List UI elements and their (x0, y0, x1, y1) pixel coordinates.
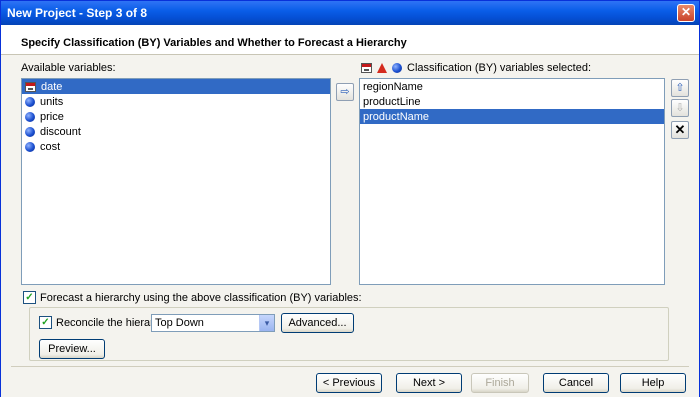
preview-button[interactable]: Preview... (39, 339, 105, 359)
check-icon: ✓ (41, 317, 50, 328)
close-button[interactable]: ✕ (677, 4, 695, 22)
remove-button[interactable]: ✕ (671, 121, 689, 139)
character-triangle-icon (377, 63, 387, 73)
list-item-regionname[interactable]: regionName (360, 79, 664, 94)
footer-separator (11, 366, 689, 367)
numeric-ball-icon (25, 96, 35, 107)
available-variables-list[interactable]: date units price discount cost (21, 78, 331, 285)
step-header: Specify Classification (BY) Variables an… (1, 25, 699, 55)
window-title: New Project - Step 3 of 8 (7, 6, 148, 20)
step-heading: Specify Classification (BY) Variables an… (21, 37, 407, 49)
finish-button[interactable]: Finish (471, 373, 529, 393)
list-item-price[interactable]: price (22, 109, 330, 124)
available-variables-label: Available variables: (21, 62, 116, 74)
list-item-discount[interactable]: discount (22, 124, 330, 139)
classification-label-row: Classification (BY) variables selected: (361, 62, 591, 74)
forecast-hierarchy-label: Forecast a hierarchy using the above cla… (40, 292, 362, 304)
list-item-productline[interactable]: productLine (360, 94, 664, 109)
calendar-icon (361, 63, 372, 73)
dialog-body: Specify Classification (BY) Variables an… (1, 25, 699, 397)
check-icon: ✓ (25, 292, 34, 303)
arrow-up-icon: ⇧ (675, 82, 685, 94)
classification-variables-label: Classification (BY) variables selected: (407, 62, 592, 74)
help-button[interactable]: Help (620, 373, 686, 393)
close-icon: ✕ (680, 5, 692, 19)
list-item-units[interactable]: units (22, 94, 330, 109)
forecast-hierarchy-checkbox[interactable]: ✓ (23, 291, 36, 304)
numeric-ball-icon (25, 111, 35, 122)
title-bar: New Project - Step 3 of 8 ✕ (1, 1, 699, 25)
remove-icon: ✕ (674, 122, 686, 137)
numeric-ball-icon (392, 63, 402, 73)
calendar-icon (25, 81, 36, 92)
reconciliation-method-select[interactable]: Top Down ▾ (151, 314, 275, 332)
cancel-button[interactable]: Cancel (543, 373, 609, 393)
reconcile-hierarchy-checkbox[interactable]: ✓ (39, 316, 52, 329)
move-right-button[interactable]: ⇨ (336, 83, 354, 101)
list-item-cost[interactable]: cost (22, 139, 330, 154)
numeric-ball-icon (25, 126, 35, 137)
advanced-button[interactable]: Advanced... (281, 313, 354, 333)
arrow-right-icon: ⇨ (340, 86, 350, 98)
move-up-button[interactable]: ⇧ (671, 79, 689, 97)
move-down-button[interactable]: ⇩ (671, 99, 689, 117)
classification-variables-list[interactable]: regionName productLine productName (359, 78, 665, 285)
chevron-down-icon[interactable]: ▾ (259, 315, 274, 331)
list-item-date[interactable]: date (22, 79, 330, 94)
previous-button[interactable]: < Previous (316, 373, 382, 393)
arrow-down-icon: ⇩ (675, 102, 685, 114)
list-item-productname[interactable]: productName (360, 109, 664, 124)
next-button[interactable]: Next > (396, 373, 462, 393)
reconciliation-method-value: Top Down (155, 317, 204, 329)
numeric-ball-icon (25, 141, 35, 152)
new-project-dialog: New Project - Step 3 of 8 ✕ Specify Clas… (0, 0, 700, 397)
